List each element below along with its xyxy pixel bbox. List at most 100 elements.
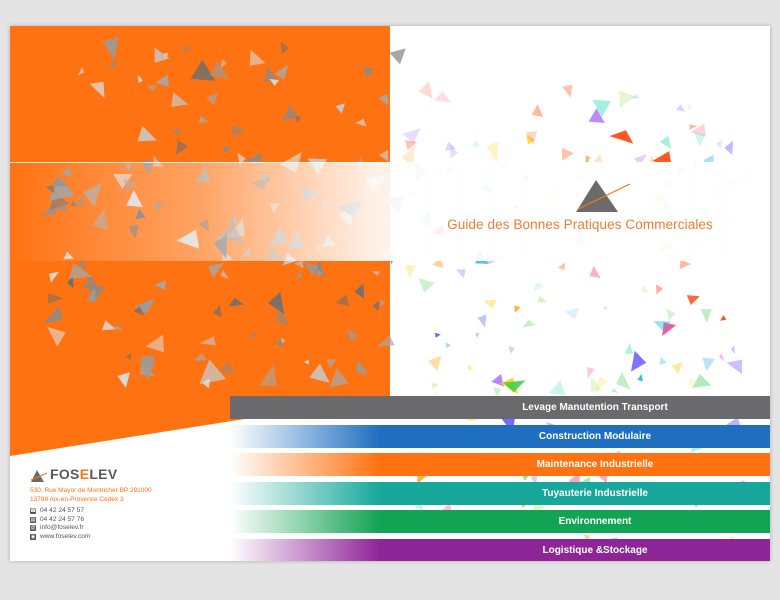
confetti-triangle [213, 304, 222, 317]
confetti-triangle [43, 305, 63, 324]
confetti-triangle [702, 357, 715, 372]
division-bar: Maintenance Industrielle [230, 453, 770, 477]
confetti-triangle [259, 364, 277, 386]
confetti-triangle [89, 81, 105, 99]
division-bars: Levage Manutention Transport Construction… [230, 396, 770, 561]
confetti-triangle [117, 372, 130, 388]
confetti-triangle [687, 378, 696, 390]
contact-list: ☎ 04 42 24 57 57 ▤ 04 42 24 57 76 @ info@fose… [30, 507, 90, 541]
confetti-triangle [356, 360, 369, 374]
confetti-triangle [304, 359, 309, 365]
division-bar: Tuyauterie Industrielle [230, 481, 770, 505]
confetti-triangle [475, 332, 479, 339]
confetti-triangle [125, 352, 132, 360]
confetti-triangle [562, 147, 574, 161]
confetti-triangle [687, 103, 693, 111]
confetti-triangle [531, 104, 544, 117]
page-title: Guide des Bonnes Pratiques Commerciales [447, 217, 713, 232]
confetti-triangle [190, 59, 216, 81]
confetti-triangle [609, 130, 634, 144]
confetti-triangle [249, 49, 266, 66]
confetti-triangle [602, 306, 608, 311]
confetti-triangle [700, 309, 712, 323]
division-label: Levage Manutention Transport [522, 402, 668, 413]
confetti-triangle [455, 269, 466, 279]
confetti-triangle [656, 284, 663, 295]
confetti-triangle [472, 140, 481, 148]
confetti-triangle [486, 141, 499, 162]
contact-item: ☎ 04 42 24 57 57 [30, 507, 90, 516]
contact-item: ◉ www.foselev.com [30, 533, 90, 542]
confetti-triangle [562, 84, 573, 98]
address-line: 530, Rue Mayor de Montricher BP 291000 [30, 487, 152, 494]
confetti-triangle [145, 334, 164, 353]
address-line: 13798 Aix-en-Provence Cedex 3 [30, 495, 124, 503]
confetti-triangle [477, 314, 487, 328]
brochure-cover: Guide des Bonnes Pratiques Commerciales … [10, 26, 770, 561]
confetti-triangle [491, 374, 504, 387]
division-bar: Construction Modulaire [230, 424, 770, 448]
confetti-triangle [631, 350, 647, 372]
confetti-triangle [724, 140, 734, 155]
contact-item: @ info@foselev.fr [30, 524, 90, 533]
confetti-triangle [109, 58, 117, 68]
confetti-triangle [205, 92, 219, 105]
division-bar: Environnement [230, 510, 770, 534]
confetti-triangle [335, 294, 350, 307]
confetti-triangle [589, 265, 601, 278]
contact-item: ▤ 04 42 24 57 76 [30, 516, 90, 525]
confetti-triangle [329, 367, 349, 388]
confetti-triangle [47, 326, 66, 347]
confetti-triangle [295, 271, 302, 280]
contact-text: www.foselev.com [40, 532, 91, 540]
confetti-triangle [434, 332, 441, 338]
confetti-triangle [194, 352, 207, 361]
footer-logo: FOSELEV [30, 466, 150, 486]
confetti-triangle [171, 92, 189, 107]
confetti-triangle [716, 139, 723, 149]
confetti-triangle [220, 269, 230, 280]
confetti-triangle [508, 346, 516, 354]
confetti-triangle [137, 125, 157, 142]
confetti-triangle [686, 295, 700, 305]
division-bar: Logistique &Stockage [230, 538, 770, 561]
contact-text: 04 42 24 57 76 [40, 515, 84, 523]
confetti-triangle [372, 300, 380, 312]
logo-triangle-icon [30, 470, 48, 482]
confetti-triangle [303, 261, 319, 276]
confetti-triangle [726, 359, 743, 375]
confetti-triangle [171, 127, 180, 136]
confetti-triangle [274, 64, 289, 80]
confetti-triangle [450, 144, 458, 159]
foselev-logo-mark [576, 180, 631, 212]
confetti-triangle [616, 372, 631, 390]
email-icon: @ [30, 525, 36, 531]
division-label: Logistique &Stockage [542, 544, 648, 556]
confetti-triangle [434, 91, 452, 103]
confetti-triangle [199, 336, 216, 346]
confetti-triangle [694, 132, 706, 147]
brand-name: FOSELEV [50, 466, 118, 482]
confetti-triangle [719, 352, 725, 361]
confetti-triangle [671, 361, 684, 374]
confetti-triangle [175, 140, 189, 155]
confetti-triangle [154, 280, 167, 290]
contact-text: info@foselev.fr [40, 524, 84, 531]
confetti-triangle [219, 361, 236, 374]
confetti-triangle [483, 299, 497, 309]
division-label: Construction Modulaire [538, 430, 652, 442]
confetti-triangle [610, 388, 619, 394]
confetti-triangle [102, 37, 119, 60]
confetti-triangle [378, 150, 389, 162]
confetti-triangle [548, 380, 566, 396]
confetti-triangle [431, 382, 439, 390]
confetti-triangle [228, 297, 244, 307]
confetti-triangle [182, 44, 191, 53]
confetti-triangle [198, 115, 208, 124]
confetti-triangle [222, 146, 232, 154]
confetti-triangle [220, 59, 227, 69]
confetti-triangle [346, 328, 358, 342]
confetti-triangle [378, 94, 389, 106]
division-bar: Levage Manutention Transport [230, 396, 770, 419]
confetti-triangle [112, 325, 123, 331]
